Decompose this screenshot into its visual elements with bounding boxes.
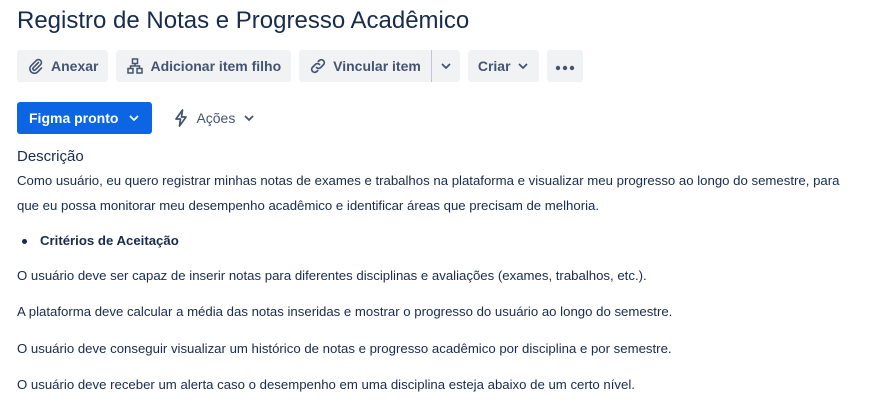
- criteria-item: O usuário deve conseguir visualizar um h…: [17, 341, 672, 356]
- add-child-label: Adicionar item filho: [150, 58, 282, 74]
- chevron-down-icon: [440, 60, 452, 72]
- criteria-item: O usuário deve receber um alerta caso o …: [17, 377, 635, 392]
- criteria-item: A plataforma deve calcular a média das n…: [17, 304, 673, 319]
- description-intro-line-1: Como usuário, eu quero registrar minhas …: [17, 173, 840, 188]
- hierarchy-icon: [126, 57, 144, 75]
- link-item-label: Vincular item: [333, 58, 421, 74]
- status-label: Figma pronto: [29, 110, 119, 126]
- status-row: Figma pronto Ações: [17, 102, 261, 134]
- link-item-button[interactable]: Vincular item: [299, 50, 431, 82]
- actions-button[interactable]: Ações: [166, 102, 261, 134]
- create-button[interactable]: Criar: [467, 50, 539, 82]
- bullet-dot: [22, 238, 27, 244]
- lightning-icon: [172, 109, 190, 127]
- create-label: Criar: [477, 58, 511, 74]
- chevron-down-icon: [128, 112, 140, 124]
- chevron-down-icon: [517, 60, 529, 72]
- more-icon: [555, 58, 575, 74]
- link-icon: [309, 57, 327, 75]
- page-title: Registro de Notas e Progresso Acadêmico: [17, 7, 470, 34]
- attach-button[interactable]: Anexar: [17, 50, 109, 82]
- acceptance-criteria-bullet: Critérios de Aceitação: [22, 230, 179, 252]
- chevron-down-icon: [243, 112, 255, 124]
- acceptance-criteria-label: Critérios de Aceitação: [40, 233, 179, 248]
- add-child-item-button[interactable]: Adicionar item filho: [116, 50, 292, 82]
- issue-toolbar: Anexar Adicionar item filho Vincular ite…: [17, 50, 583, 82]
- description-heading: Descrição: [17, 148, 84, 165]
- paperclip-icon: [27, 57, 45, 75]
- link-item-dropdown-button[interactable]: [432, 50, 460, 82]
- criteria-item: O usuário deve ser capaz de inserir nota…: [17, 268, 647, 283]
- attach-label: Anexar: [51, 58, 99, 74]
- status-dropdown-button[interactable]: Figma pronto: [17, 102, 153, 134]
- description-intro-line-2: que eu possa monitorar meu desempenho ac…: [17, 198, 600, 213]
- more-actions-button[interactable]: [546, 50, 583, 82]
- actions-label: Ações: [196, 110, 236, 126]
- link-item-split-button: Vincular item: [299, 50, 460, 82]
